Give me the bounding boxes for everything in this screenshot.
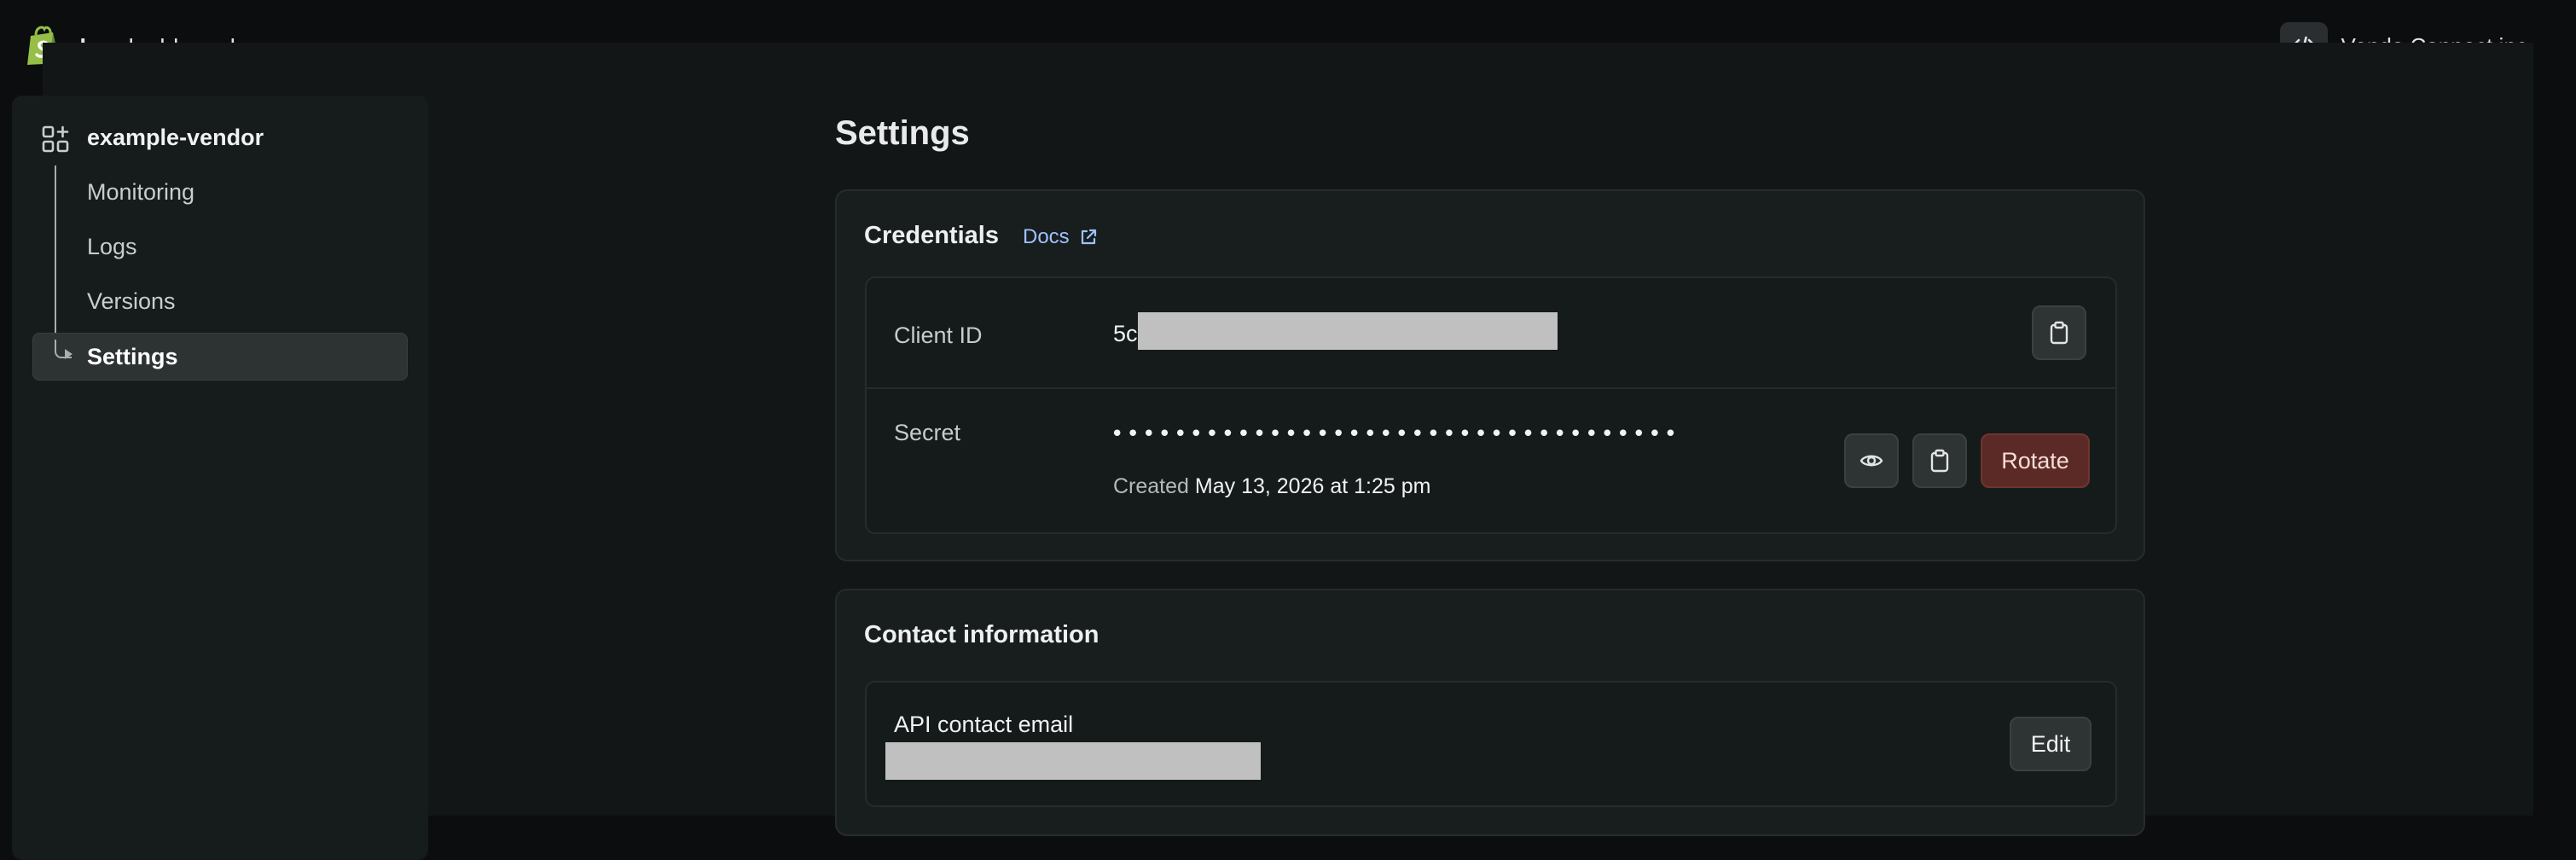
tree-arrow-icon <box>65 349 73 359</box>
page-title: Settings <box>835 114 970 152</box>
row-divider <box>867 387 2115 389</box>
docs-link[interactable]: Docs <box>1023 225 1099 249</box>
contact-panel: API contact email Edit <box>865 681 2117 807</box>
api-contact-email-label: API contact email <box>894 712 1074 737</box>
created-prefix: Created <box>1113 474 1189 498</box>
secret-masked-value: •••••••••••••••••••••••••••••••••••• <box>1111 421 1680 447</box>
client-id-value: 5c <box>1113 321 1138 346</box>
tree-line <box>55 166 56 358</box>
sidebar-item-monitoring[interactable]: Monitoring <box>87 179 194 206</box>
credentials-panel: Client ID 5c Secret ••••••••••••••••••••… <box>865 276 2117 534</box>
client-id-redaction <box>1138 312 1558 350</box>
external-link-icon <box>1081 229 1096 245</box>
sidebar-app-name[interactable]: example-vendor <box>87 125 264 151</box>
sidebar-item-settings[interactable]: Settings <box>87 344 178 370</box>
email-redaction <box>885 742 1261 780</box>
copy-secret-button[interactable] <box>1912 433 1967 488</box>
sidebar-item-versions[interactable]: Versions <box>87 288 176 315</box>
clipboard-icon <box>1930 449 1949 473</box>
secret-label: Secret <box>894 420 961 445</box>
rotate-secret-button[interactable]: Rotate <box>1981 433 2090 488</box>
app-grid-icon <box>42 125 69 153</box>
sidebar-item-logs[interactable]: Logs <box>87 234 137 260</box>
created-date: May 13, 2026 at 1:25 pm <box>1194 474 1431 498</box>
credentials-card: Credentials Docs Client ID 5c Secret •••… <box>835 189 2145 561</box>
credentials-title: Credentials <box>864 222 999 249</box>
reveal-secret-button[interactable] <box>1844 433 1899 488</box>
copy-client-id-button[interactable] <box>2032 305 2086 360</box>
secret-created: Created May 13, 2026 at 1:25 pm <box>1113 474 1430 499</box>
client-id-label: Client ID <box>894 322 983 348</box>
edit-contact-button[interactable]: Edit <box>2010 717 2092 771</box>
docs-label: Docs <box>1023 225 1070 248</box>
eye-icon <box>1859 455 1883 467</box>
contact-card: Contact information API contact email Ed… <box>835 589 2145 836</box>
sidebar <box>12 96 428 860</box>
clipboard-icon <box>2050 321 2068 345</box>
contact-title: Contact information <box>864 621 1099 648</box>
